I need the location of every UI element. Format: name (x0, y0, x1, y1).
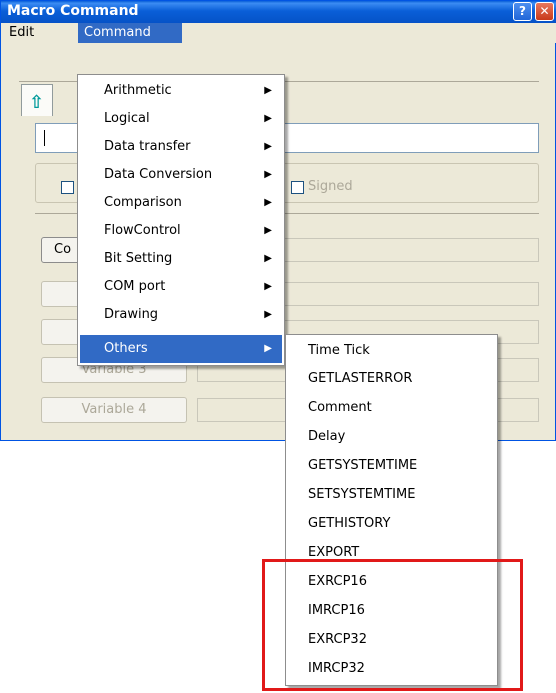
menu-item-flowcontrol[interactable]: FlowControl ▶ (80, 217, 282, 245)
submenu-item-setsystemtime[interactable]: SETSYSTEMTIME (288, 481, 495, 509)
window-title: Macro Command (7, 3, 139, 19)
signed-label: Signed (308, 179, 353, 194)
title-bar[interactable]: Macro Command ? ✕ (1, 1, 556, 23)
menu-item-others[interactable]: Others ▶ (80, 335, 282, 363)
menu-item-comparison[interactable]: Comparison ▶ (80, 189, 282, 217)
submenu-arrow-icon: ▶ (264, 169, 272, 180)
submenu-item-delay[interactable]: Delay (288, 423, 495, 451)
menu-item-drawing[interactable]: Drawing ▶ (80, 301, 282, 329)
variable-4-button[interactable]: Variable 4 (41, 397, 187, 423)
submenu-arrow-icon: ▶ (264, 141, 272, 152)
menu-command[interactable]: Command (78, 23, 182, 43)
submenu-item-getsystemtime[interactable]: GETSYSTEMTIME (288, 452, 495, 480)
submenu-item-time-tick[interactable]: Time Tick (288, 337, 495, 365)
submenu-item-getlasterror[interactable]: GETLASTERROR (288, 365, 495, 393)
command-menu: Arithmetic ▶ Logical ▶ Data transfer ▶ D… (77, 74, 285, 366)
submenu-arrow-icon: ▶ (264, 225, 272, 236)
menu-item-com-port[interactable]: COM port ▶ (80, 273, 282, 301)
close-button[interactable]: ✕ (535, 2, 554, 21)
submenu-arrow-icon: ▶ (264, 281, 272, 292)
submenu-arrow-icon: ▶ (264, 113, 272, 124)
submenu-arrow-icon: ▶ (264, 253, 272, 264)
menu-item-data-conversion[interactable]: Data Conversion ▶ (80, 161, 282, 189)
submenu-arrow-icon: ▶ (264, 197, 272, 208)
menu-item-bit-setting[interactable]: Bit Setting ▶ (80, 245, 282, 273)
submenu-arrow-icon: ▶ (264, 85, 272, 96)
option-checkbox-1[interactable] (61, 181, 74, 194)
submenu-item-gethistory[interactable]: GETHISTORY (288, 510, 495, 538)
submenu-arrow-icon: ▶ (264, 309, 272, 320)
menu-item-arithmetic[interactable]: Arithmetic ▶ (80, 77, 282, 105)
tab-arrow[interactable]: ⇧ (21, 84, 53, 116)
help-button[interactable]: ? (513, 2, 532, 21)
submenu-item-comment[interactable]: Comment (288, 394, 495, 422)
menu-bar: Edit Command (1, 23, 556, 43)
signed-checkbox[interactable] (291, 181, 304, 194)
menu-item-data-transfer[interactable]: Data transfer ▶ (80, 133, 282, 161)
up-arrow-icon: ⇧ (29, 92, 45, 113)
text-caret (44, 130, 45, 146)
submenu-arrow-icon: ▶ (264, 343, 272, 354)
menu-edit[interactable]: Edit (3, 23, 40, 43)
annotation-highlight-box (262, 559, 523, 691)
menu-item-logical[interactable]: Logical ▶ (80, 105, 282, 133)
